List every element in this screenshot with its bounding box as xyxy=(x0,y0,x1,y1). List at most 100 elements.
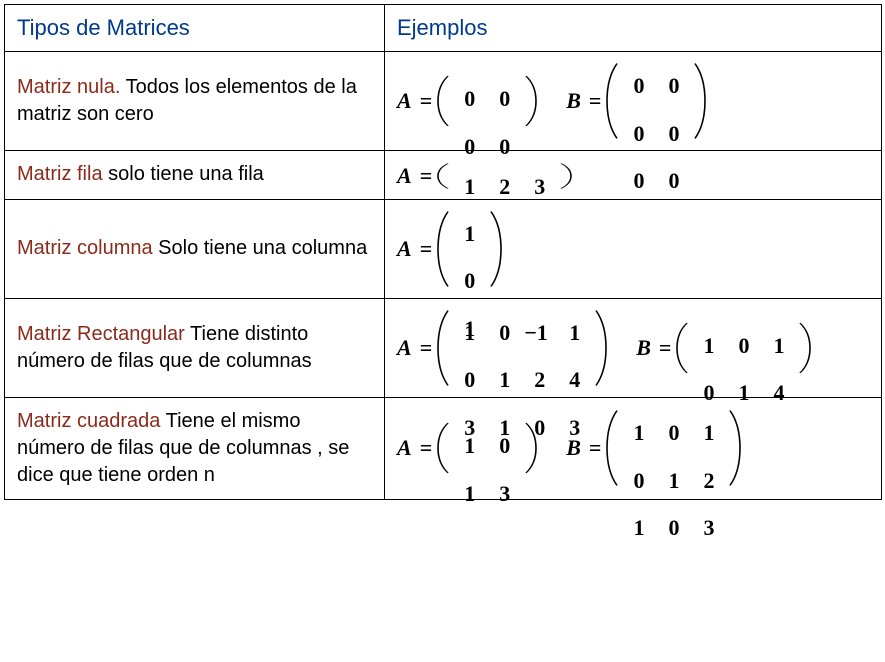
example-cell: A=0000B=000000 xyxy=(385,52,882,151)
matrix-cell: 1 xyxy=(656,457,691,505)
paren-group: 123 xyxy=(436,163,573,189)
matrix-cell: 1 xyxy=(621,409,656,457)
example-cell: A = 1013 B =101012103 xyxy=(385,397,882,499)
right-paren-icon xyxy=(728,409,742,487)
left-paren-icon xyxy=(436,210,450,288)
matrix-type-term: Matriz cuadrada xyxy=(17,410,160,432)
header-tipos: Tipos de Matrices xyxy=(5,5,385,52)
type-description-cell: Matriz cuadrada Tiene el mismo número de… xyxy=(5,397,385,499)
matrix-cell: 1 xyxy=(452,210,487,258)
matrix-label: A xyxy=(397,335,412,361)
matrix-label: A xyxy=(397,88,412,114)
matrix-cell: 4 xyxy=(557,356,592,404)
matrix-label: A xyxy=(397,163,412,189)
matrix-grid: 101012103 xyxy=(621,409,726,552)
matrix-type-desc: Solo tiene una columna xyxy=(153,237,368,259)
matrix-cell: 0 xyxy=(656,409,691,457)
paren-group: 10−1101243103 xyxy=(436,309,608,387)
type-description-cell: Matriz columna Solo tiene una columna xyxy=(5,199,385,298)
matrix-cell: 0 xyxy=(487,422,522,470)
matrix-cell: 0 xyxy=(621,62,656,110)
matrix-grid: 000000 xyxy=(621,62,691,205)
type-description-cell: Matriz fila solo tiene una fila xyxy=(5,151,385,200)
matrix-cell: 1 xyxy=(621,504,656,552)
matrix-grid: 123 xyxy=(452,163,557,211)
matrix-label: A xyxy=(397,236,412,262)
matrix-grid: 101014 xyxy=(691,322,796,417)
matrix-cell: 0 xyxy=(656,157,691,205)
matrix-cell: 0 xyxy=(726,322,761,370)
matrix-cell: 0 xyxy=(452,356,487,404)
type-description-cell: Matriz Rectangular Tiene distinto número… xyxy=(5,298,385,397)
right-paren-icon xyxy=(524,75,538,127)
equals-sign: = xyxy=(589,88,602,114)
matrix-cell: 0 xyxy=(621,457,656,505)
left-paren-icon xyxy=(436,422,450,474)
matrix-label: A xyxy=(397,435,412,461)
matrix-equation: B =000000 xyxy=(566,62,707,140)
matrix-cell: 1 xyxy=(761,322,796,370)
matrix-equation: A=10−1101243103 xyxy=(397,309,608,387)
matrix-type-term: Matriz nula. xyxy=(17,76,120,98)
matrix-cell: 0 xyxy=(621,157,656,205)
matrix-label: B xyxy=(566,435,581,461)
matrix-cell: 2 xyxy=(691,457,726,505)
example-cell: A =101 xyxy=(385,199,882,298)
matrix-equation: B =101012103 xyxy=(566,409,742,487)
matrix-label: B xyxy=(636,335,651,361)
left-paren-icon xyxy=(436,163,450,189)
matrix-equation: B =101014 xyxy=(636,322,812,374)
matrix-cell: 1 xyxy=(452,422,487,470)
paren-group: 101012103 xyxy=(605,409,742,487)
matrix-type-term: Matriz fila xyxy=(17,163,103,185)
header-ejemplos: Ejemplos xyxy=(385,5,882,52)
table-row: Matriz cuadrada Tiene el mismo número de… xyxy=(5,397,882,499)
right-paren-icon xyxy=(798,322,812,374)
matrix-type-desc: solo tiene una fila xyxy=(103,163,264,185)
matrix-cell: 2 xyxy=(522,356,557,404)
matrix-types-table: Tipos de Matrices Ejemplos Matriz nula. … xyxy=(4,4,882,500)
matrix-type-term: Matriz columna xyxy=(17,237,153,259)
matrix-cell: 0 xyxy=(656,110,691,158)
matrix-equation: A =101 xyxy=(397,210,503,288)
matrix-cell: 0 xyxy=(621,110,656,158)
right-paren-icon xyxy=(524,422,538,474)
matrix-cell: 0 xyxy=(656,504,691,552)
matrix-label: B xyxy=(566,88,581,114)
paren-group: 101 xyxy=(436,210,503,288)
matrix-grid: 0000 xyxy=(452,75,522,170)
matrix-cell: 0 xyxy=(452,75,487,123)
matrix-cell: 0 xyxy=(656,62,691,110)
left-paren-icon xyxy=(605,409,619,487)
table-row: Matriz columna Solo tiene una columnaA=1… xyxy=(5,199,882,298)
matrix-cell: 1 xyxy=(557,309,592,357)
matrix-cell: 0 xyxy=(487,75,522,123)
table-row: Matriz nula. Todos los elementos de la m… xyxy=(5,52,882,151)
matrix-cell: 1 xyxy=(487,356,522,404)
paren-group: 0000 xyxy=(436,75,538,127)
matrix-cell: 1 xyxy=(691,409,726,457)
type-description-cell: Matriz nula. Todos los elementos de la m… xyxy=(5,52,385,151)
matrix-grid: 1013 xyxy=(452,422,522,517)
left-paren-icon xyxy=(675,322,689,374)
equals-sign: = xyxy=(420,88,433,114)
left-paren-icon xyxy=(605,62,619,140)
table-row: Matriz fila solo tiene una fila A =123 xyxy=(5,151,882,200)
equals-sign: = xyxy=(420,163,433,189)
matrix-cell: 1 xyxy=(452,163,487,211)
paren-group: 1013 xyxy=(436,422,538,474)
paren-group: 101014 xyxy=(675,322,812,374)
matrix-type-term: Matriz Rectangular xyxy=(17,323,185,345)
equals-sign: = xyxy=(589,435,602,461)
left-paren-icon xyxy=(436,309,450,387)
table-row: Matriz Rectangular Tiene distinto número… xyxy=(5,298,882,397)
right-paren-icon xyxy=(489,210,503,288)
matrix-equation: A =123 xyxy=(397,163,573,189)
matrix-cell: −1 xyxy=(522,309,557,357)
equals-sign: = xyxy=(659,335,672,361)
matrix-cell: 1 xyxy=(452,309,487,357)
paren-group: 000000 xyxy=(605,62,707,140)
matrix-equation: A =0000 xyxy=(397,75,538,127)
equals-sign: = xyxy=(420,236,433,262)
matrix-cell: 3 xyxy=(522,163,557,211)
